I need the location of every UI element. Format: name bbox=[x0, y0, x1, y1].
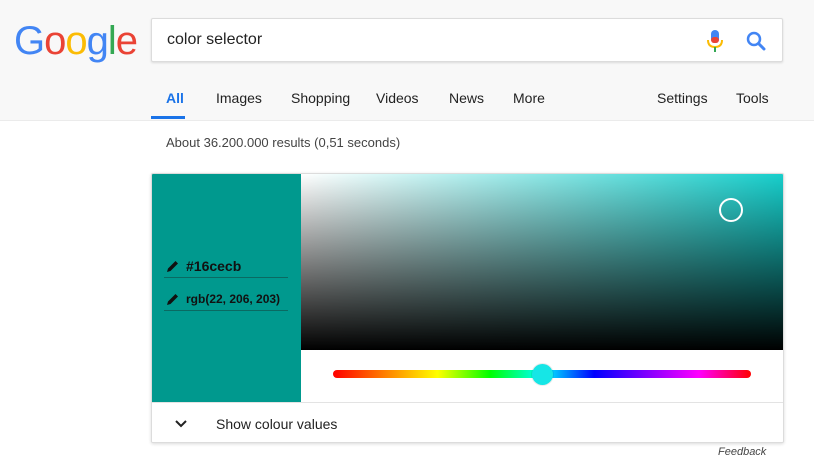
tab-shopping[interactable]: Shopping bbox=[291, 90, 350, 106]
show-colour-values-toggle[interactable]: Show colour values bbox=[152, 402, 783, 442]
tab-images[interactable]: Images bbox=[216, 90, 262, 106]
active-tab-indicator bbox=[151, 116, 185, 119]
logo-letter: o bbox=[44, 19, 66, 63]
logo-letter: e bbox=[115, 19, 138, 63]
rgb-value-field[interactable]: rgb(22, 206, 203) bbox=[164, 287, 288, 311]
header: Google color selector All Images Shoppin… bbox=[0, 0, 814, 121]
logo-letter: o bbox=[65, 19, 87, 63]
results-count: About 36.200.000 results (0,51 seconds) bbox=[166, 135, 401, 150]
hex-value-field[interactable]: #16cecb bbox=[164, 254, 288, 278]
logo-letter: l bbox=[107, 19, 117, 63]
tab-more[interactable]: More bbox=[513, 90, 545, 106]
magnifier-icon[interactable] bbox=[744, 29, 768, 53]
tab-all[interactable]: All bbox=[166, 90, 184, 106]
logo-letter: g bbox=[86, 19, 109, 63]
pencil-icon bbox=[167, 260, 178, 272]
tab-settings[interactable]: Settings bbox=[657, 90, 708, 106]
search-tabs: All Images Shopping Videos News More Set… bbox=[0, 80, 814, 120]
color-picker-handle[interactable] bbox=[719, 198, 743, 222]
microphone-icon[interactable] bbox=[705, 29, 725, 53]
search-box[interactable]: color selector bbox=[151, 18, 783, 62]
tab-news[interactable]: News bbox=[449, 90, 484, 106]
show-colour-values-label: Show colour values bbox=[216, 416, 338, 432]
color-picker-widget: #16cecb rgb(22, 206, 203) Show colour va… bbox=[151, 173, 784, 443]
google-logo[interactable]: Google bbox=[14, 18, 138, 64]
hex-value[interactable]: #16cecb bbox=[186, 258, 241, 274]
tab-videos[interactable]: Videos bbox=[376, 90, 419, 106]
feedback-link[interactable]: Feedback bbox=[718, 446, 766, 458]
logo-letter: G bbox=[14, 19, 45, 63]
tab-tools[interactable]: Tools bbox=[736, 90, 769, 106]
color-swatch: #16cecb rgb(22, 206, 203) bbox=[152, 174, 301, 402]
hue-slider-handle[interactable] bbox=[532, 364, 553, 385]
chevron-down-icon bbox=[175, 420, 187, 428]
value-gradient bbox=[301, 174, 783, 350]
search-input[interactable]: color selector bbox=[167, 31, 262, 49]
rgb-value[interactable]: rgb(22, 206, 203) bbox=[186, 292, 280, 306]
saturation-value-area[interactable] bbox=[301, 174, 783, 350]
pencil-icon bbox=[167, 293, 178, 305]
